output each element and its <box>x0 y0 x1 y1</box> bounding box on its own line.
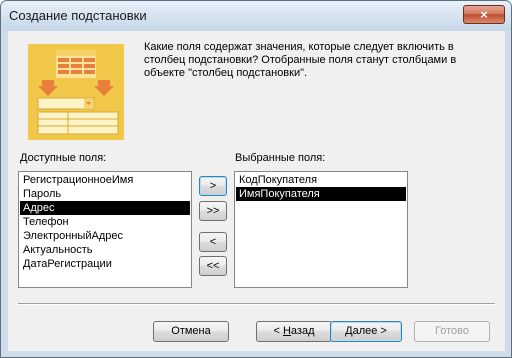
wizard-description: Какие поля содержат значения, которые сл… <box>144 41 457 79</box>
cancel-button[interactable]: Отмена <box>153 321 229 342</box>
back-label: азад <box>290 325 315 337</box>
lookup-wizard-illustration <box>28 44 124 140</box>
remove-all-fields-button[interactable]: << <box>199 256 227 276</box>
dialog-client: Какие поля содержат значения, которые сл… <box>8 31 505 351</box>
list-item[interactable]: ДатаРегистрации <box>20 257 112 271</box>
title-bar[interactable]: Создание подстановки × <box>1 1 511 31</box>
available-fields-label: Доступные поля: <box>20 152 107 164</box>
next-button[interactable]: Далее > <box>330 321 402 342</box>
list-item[interactable]: Адрес <box>20 201 190 215</box>
close-button[interactable]: × <box>463 5 505 24</box>
list-item[interactable]: Телефон <box>20 215 69 229</box>
selected-fields-list[interactable]: КодПокупателя ИмяПокупателя <box>234 171 408 288</box>
add-all-fields-button[interactable]: >> <box>199 201 227 221</box>
back-prefix: < <box>273 325 283 337</box>
next-label: алее <box>352 325 378 337</box>
list-item[interactable]: КодПокупателя <box>236 173 317 187</box>
remove-field-button[interactable]: < <box>199 232 227 252</box>
separator-highlight <box>18 304 495 305</box>
list-item[interactable]: ЭлектронныйАдрес <box>20 229 123 243</box>
selected-fields-label: Выбранные поля: <box>235 152 326 164</box>
list-item[interactable]: РегистрационноеИмя <box>20 173 133 187</box>
add-field-button[interactable]: > <box>199 176 227 196</box>
list-item[interactable]: Актуальность <box>20 243 93 257</box>
next-accelerator: Д <box>345 325 353 337</box>
available-fields-list[interactable]: РегистрационноеИмя Пароль Адрес Телефон … <box>18 171 192 288</box>
finish-button: Готово <box>414 321 490 342</box>
back-accelerator: Н <box>282 325 291 337</box>
next-suffix: > <box>377 325 387 337</box>
list-item[interactable]: ИмяПокупателя <box>236 187 406 201</box>
dialog-window: Создание подстановки × Какие поля содерж… <box>0 0 512 358</box>
window-title: Создание подстановки <box>9 8 147 23</box>
list-item[interactable]: Пароль <box>20 187 61 201</box>
back-button[interactable]: < Назад <box>256 321 332 342</box>
close-icon: × <box>480 7 488 22</box>
